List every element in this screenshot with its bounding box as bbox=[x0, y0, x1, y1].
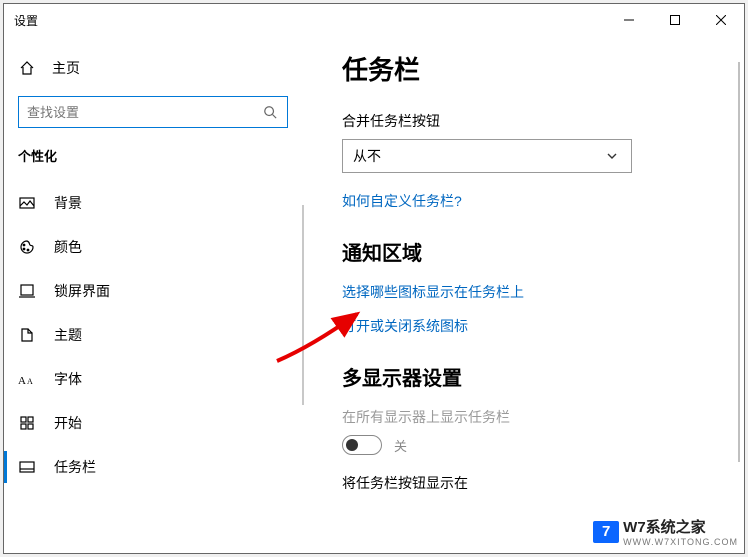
nav-start[interactable]: 开始 bbox=[4, 401, 304, 445]
nav-label: 字体 bbox=[54, 369, 82, 389]
nav-label: 开始 bbox=[54, 413, 82, 433]
toggle-state-label: 关 bbox=[394, 436, 407, 455]
toggle-knob bbox=[346, 439, 358, 451]
watermark-logo: 7 bbox=[593, 521, 619, 543]
home-label: 主页 bbox=[52, 58, 80, 78]
taskbar-icon bbox=[18, 458, 36, 476]
combine-value: 从不 bbox=[353, 146, 381, 166]
nav-font[interactable]: AA 字体 bbox=[4, 357, 304, 401]
theme-icon bbox=[18, 326, 36, 344]
svg-text:A: A bbox=[18, 375, 26, 387]
window-title: 设置 bbox=[14, 12, 38, 29]
notification-heading: 通知区域 bbox=[342, 237, 720, 266]
multi-combo-label: 将任务栏按钮显示在 bbox=[342, 473, 720, 493]
content-scrollbar[interactable] bbox=[738, 62, 740, 462]
settings-window: 设置 主页 bbox=[3, 3, 745, 554]
maximize-button[interactable] bbox=[652, 4, 698, 36]
close-button[interactable] bbox=[698, 4, 744, 36]
nav-label: 主题 bbox=[54, 325, 82, 345]
font-icon: AA bbox=[18, 370, 36, 388]
multi-toggle-label: 在所有显示器上显示任务栏 bbox=[342, 407, 720, 427]
content-pane: 任务栏 合并任务栏按钮 从不 如何自定义任务栏? 通知区域 选择哪些图标显示在任… bbox=[304, 36, 744, 553]
nav-label: 锁屏界面 bbox=[54, 281, 110, 301]
combine-label: 合并任务栏按钮 bbox=[342, 111, 720, 131]
sidebar-section-title: 个性化 bbox=[4, 128, 304, 171]
svg-text:A: A bbox=[27, 377, 33, 386]
palette-icon bbox=[18, 238, 36, 256]
select-icons-link[interactable]: 选择哪些图标显示在任务栏上 bbox=[342, 282, 720, 302]
search-input-box[interactable] bbox=[18, 96, 288, 128]
nav-color[interactable]: 颜色 bbox=[4, 225, 304, 269]
start-icon bbox=[18, 414, 36, 432]
nav-taskbar[interactable]: 任务栏 bbox=[4, 445, 304, 489]
watermark: 7 W7系统之家 WWW.W7XITONG.COM bbox=[593, 516, 738, 547]
sidebar: 主页 个性化 背景 bbox=[4, 36, 304, 553]
help-link[interactable]: 如何自定义任务栏? bbox=[342, 191, 720, 211]
home-button[interactable]: 主页 bbox=[4, 50, 304, 86]
nav-background[interactable]: 背景 bbox=[4, 181, 304, 225]
titlebar: 设置 bbox=[4, 4, 744, 36]
page-title: 任务栏 bbox=[342, 50, 720, 87]
window-body: 主页 个性化 背景 bbox=[4, 36, 744, 553]
search-icon bbox=[261, 103, 279, 121]
search-container bbox=[4, 96, 304, 128]
multi-monitor-heading: 多显示器设置 bbox=[342, 362, 720, 391]
nav-label: 颜色 bbox=[54, 237, 82, 257]
lockscreen-icon bbox=[18, 282, 36, 300]
home-icon bbox=[18, 59, 36, 77]
watermark-brand: W7系统之家 bbox=[623, 519, 706, 536]
nav-lockscreen[interactable]: 锁屏界面 bbox=[4, 269, 304, 313]
minimize-button[interactable] bbox=[606, 4, 652, 36]
nav-label: 背景 bbox=[54, 193, 82, 213]
multi-toggle[interactable] bbox=[342, 435, 382, 455]
chevron-down-icon bbox=[603, 147, 621, 165]
combine-dropdown[interactable]: 从不 bbox=[342, 139, 632, 173]
nav-list: 背景 颜色 锁屏界面 bbox=[4, 181, 304, 489]
image-icon bbox=[18, 194, 36, 212]
nav-label: 任务栏 bbox=[54, 457, 96, 477]
system-icons-link[interactable]: 打开或关闭系统图标 bbox=[342, 316, 720, 336]
multi-toggle-row: 关 bbox=[342, 435, 720, 455]
watermark-url: WWW.W7XITONG.COM bbox=[623, 537, 738, 547]
search-input[interactable] bbox=[27, 105, 261, 120]
nav-theme[interactable]: 主题 bbox=[4, 313, 304, 357]
